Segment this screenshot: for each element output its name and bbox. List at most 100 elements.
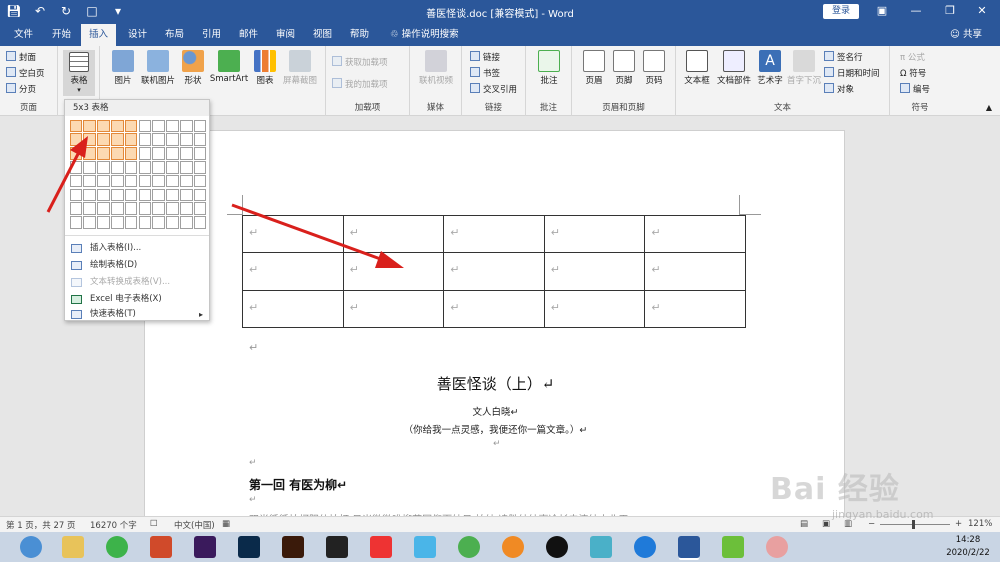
- table-grid-cell[interactable]: [193, 188, 207, 202]
- close-icon[interactable]: ✕: [972, 3, 992, 19]
- table-grid-cell[interactable]: [193, 216, 207, 229]
- tab-references[interactable]: 引用: [194, 24, 229, 46]
- table-grid-cell[interactable]: [83, 174, 96, 188]
- table-grid-cell[interactable]: [166, 119, 179, 133]
- inserted-table[interactable]: ↵ ↵ ↵ ↵ ↵ ↵ ↵ ↵ ↵ ↵ ↵ ↵ ↵ ↵ ↵: [242, 214, 746, 328]
- app-icon[interactable]: [766, 536, 788, 558]
- table-cell[interactable]: ↵: [242, 214, 344, 254]
- table-grid-cell[interactable]: [69, 188, 83, 202]
- share-button[interactable]: ☺ 共享: [950, 24, 982, 46]
- table-grid-cell[interactable]: [179, 147, 193, 160]
- dropcap-button[interactable]: 首字下沉: [786, 50, 822, 86]
- table-grid-cell[interactable]: [83, 216, 96, 229]
- table-cell[interactable]: ↵: [242, 289, 344, 328]
- header-button[interactable]: 页眉: [580, 50, 608, 86]
- app-icon[interactable]: [370, 536, 392, 558]
- app-icon[interactable]: [722, 536, 744, 558]
- smartart-button[interactable]: SmartArt: [208, 50, 250, 84]
- equation-button[interactable]: π 公式: [900, 51, 925, 65]
- online-picture-button[interactable]: 联机图片: [138, 50, 178, 86]
- table-grid-cell[interactable]: [152, 160, 165, 174]
- number-button[interactable]: 编号: [900, 83, 930, 97]
- page-break-button[interactable]: 分页: [6, 83, 36, 97]
- premiere-icon[interactable]: [194, 536, 216, 558]
- screenshot-button[interactable]: 屏幕截图: [280, 50, 320, 86]
- table-cell[interactable]: ↵: [644, 289, 746, 328]
- tab-help[interactable]: 帮助: [342, 24, 377, 46]
- table-grid-cell[interactable]: [124, 119, 138, 133]
- file-explorer-icon[interactable]: [62, 536, 84, 558]
- table-grid-cell[interactable]: [138, 174, 152, 188]
- table-grid-cell[interactable]: [124, 202, 138, 215]
- tell-me-search[interactable]: ♲︎ 操作说明搜索: [390, 24, 459, 46]
- restore-icon[interactable]: ❐: [940, 3, 960, 19]
- collapse-ribbon-icon[interactable]: ▲: [986, 103, 992, 112]
- excel-sheet-item[interactable]: Excel 电子表格(X): [65, 291, 209, 308]
- table-grid-cell[interactable]: [138, 119, 152, 133]
- table-grid-cell[interactable]: [179, 174, 193, 188]
- table-grid-cell[interactable]: [152, 133, 165, 146]
- word-icon[interactable]: [678, 536, 700, 558]
- browser-icon[interactable]: [502, 536, 524, 558]
- table-grid-cell[interactable]: [193, 119, 207, 133]
- login-button[interactable]: 登录: [823, 4, 859, 19]
- table-grid-cell[interactable]: [69, 160, 83, 174]
- document-subtitle[interactable]: （你给我一点灵感，我便还你一篇文章。）↵: [145, 422, 846, 436]
- table-grid-cell[interactable]: [179, 133, 193, 146]
- macro-icon[interactable]: ▦: [222, 519, 230, 529]
- table-grid-cell[interactable]: [83, 119, 96, 133]
- signature-line-button[interactable]: 签名行: [824, 51, 863, 65]
- table-cell[interactable]: ↵: [443, 252, 545, 291]
- tab-view[interactable]: 视图: [305, 24, 340, 46]
- table-grid-cell[interactable]: [179, 202, 193, 215]
- tab-design[interactable]: 设计: [120, 24, 155, 46]
- language[interactable]: 中文(中国): [174, 519, 215, 531]
- table-grid-cell[interactable]: [124, 133, 138, 146]
- table-grid-cell[interactable]: [83, 188, 96, 202]
- app-icon[interactable]: [590, 536, 612, 558]
- powerpoint-icon[interactable]: [150, 536, 172, 558]
- table-grid-cell[interactable]: [193, 202, 207, 215]
- table-grid-cell[interactable]: [83, 147, 96, 160]
- table-grid-cell[interactable]: [69, 119, 83, 133]
- table-grid-cell[interactable]: [69, 174, 83, 188]
- table-grid-cell[interactable]: [83, 133, 96, 146]
- photoshop-icon[interactable]: [238, 536, 260, 558]
- table-grid-cell[interactable]: [166, 147, 179, 160]
- table-grid-cell[interactable]: [110, 188, 124, 202]
- table-grid-cell[interactable]: [124, 216, 138, 229]
- chrome-icon[interactable]: [458, 536, 480, 558]
- table-grid-picker[interactable]: [69, 119, 207, 229]
- table-grid-cell[interactable]: [152, 147, 165, 160]
- footer-button[interactable]: 页脚: [610, 50, 638, 86]
- chart-button[interactable]: 图表: [252, 50, 278, 86]
- quick-table-item[interactable]: 快速表格(T) ▸: [65, 308, 209, 321]
- proofing-icon[interactable]: ☐: [150, 519, 158, 529]
- table-grid-cell[interactable]: [97, 216, 110, 229]
- page-number-button[interactable]: 页码: [640, 50, 668, 86]
- table-grid-cell[interactable]: [152, 174, 165, 188]
- object-button[interactable]: 对象: [824, 83, 854, 97]
- table-grid-cell[interactable]: [193, 174, 207, 188]
- table-grid-cell[interactable]: [138, 188, 152, 202]
- table-grid-cell[interactable]: [69, 202, 83, 215]
- ribbon-display-icon[interactable]: ▣: [872, 3, 892, 19]
- table-grid-cell[interactable]: [69, 147, 83, 160]
- table-grid-cell[interactable]: [179, 188, 193, 202]
- page-count[interactable]: 第 1 页，共 27 页: [6, 519, 76, 531]
- tab-home[interactable]: 开始: [44, 24, 79, 46]
- table-cell[interactable]: ↵: [242, 252, 344, 291]
- table-grid-cell[interactable]: [152, 188, 165, 202]
- wordart-button[interactable]: A 艺术字: [754, 50, 786, 86]
- document-title[interactable]: 善医怪谈（上）↵: [145, 373, 846, 394]
- minimize-icon[interactable]: —: [906, 3, 926, 19]
- tab-file[interactable]: 文件: [6, 24, 41, 46]
- table-grid-cell[interactable]: [138, 147, 152, 160]
- table-grid-cell[interactable]: [97, 119, 110, 133]
- table-grid-cell[interactable]: [97, 160, 110, 174]
- table-grid-cell[interactable]: [110, 147, 124, 160]
- table-button[interactable]: 表格 ▾: [63, 50, 95, 96]
- table-grid-cell[interactable]: [124, 174, 138, 188]
- table-grid-cell[interactable]: [152, 216, 165, 229]
- table-grid-cell[interactable]: [179, 119, 193, 133]
